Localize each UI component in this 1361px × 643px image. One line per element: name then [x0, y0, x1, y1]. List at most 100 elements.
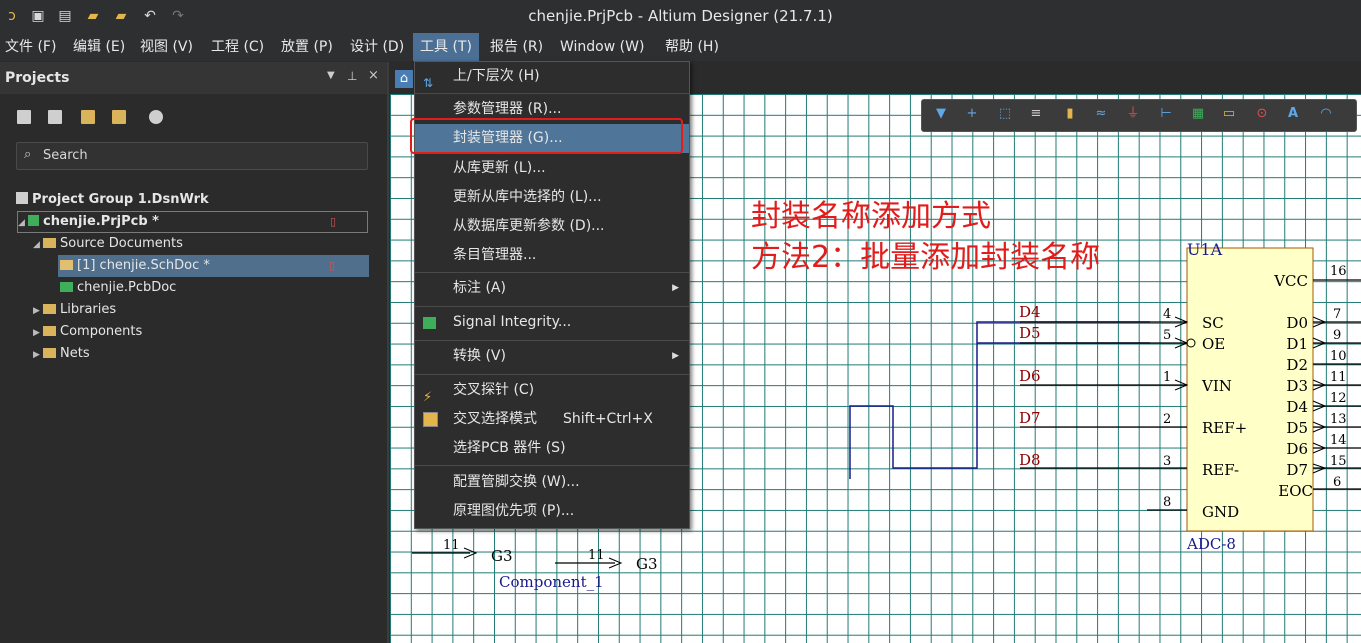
menu-item-convert[interactable]: 转换 (V) ▶	[415, 342, 689, 371]
pin-number: 12	[1330, 391, 1347, 406]
expand-icon[interactable]: ◢	[18, 213, 28, 233]
menu-item-schematic-preferences[interactable]: 原理图优先项 (P)...	[415, 497, 689, 526]
pin-number: 10	[1330, 349, 1347, 364]
search-input[interactable]: ⌕ Search	[16, 142, 368, 170]
menu-item-cross-probe[interactable]: ⚡ 交叉探针 (C)	[415, 376, 689, 405]
close-icon[interactable]: ×	[368, 68, 379, 83]
menu-tools[interactable]: 工具 (T)	[413, 33, 479, 61]
menu-item-item-manager[interactable]: 条目管理器...	[415, 241, 689, 270]
menu-item-cross-select-mode[interactable]: 交叉选择模式 Shift+Ctrl+X	[415, 405, 689, 434]
net-label: D8	[1019, 451, 1041, 469]
menu-project[interactable]: 工程 (C)	[211, 33, 264, 61]
tree-item-nets[interactable]: ▶ Nets	[33, 343, 90, 365]
comment-label: ADC-8	[1186, 535, 1236, 553]
menu-item-update-from-libraries[interactable]: 从库更新 (L)...	[415, 154, 689, 183]
pin-name: REF+	[1202, 419, 1247, 437]
components-label: Components	[60, 324, 143, 339]
wire-icon[interactable]: ≈	[1093, 106, 1109, 122]
menu-window[interactable]: Window (W)	[560, 33, 644, 61]
menu-reports[interactable]: 报告 (R)	[490, 33, 543, 61]
pcb-project-icon	[28, 215, 39, 226]
pin-name: VIN	[1201, 377, 1232, 395]
component-label: Component_1	[499, 573, 604, 591]
tree-item-pcbdoc[interactable]: chenjie.PcbDoc	[58, 277, 176, 299]
menu-file[interactable]: 文件 (F)	[5, 33, 56, 61]
expand-icon[interactable]: ◢	[33, 234, 43, 256]
libraries-label: Libraries	[60, 302, 117, 317]
window-title: chenjie.PrjPcb - Altium Designer (21.7.1…	[528, 7, 833, 25]
project-group-label: Project Group 1.DsnWrk	[32, 192, 209, 207]
submenu-arrow-icon: ▶	[672, 351, 679, 361]
power-port-icon[interactable]: ⏚	[1125, 106, 1141, 122]
align-icon[interactable]: ≡	[1028, 106, 1044, 122]
pin-number: 9	[1333, 328, 1341, 343]
folder-icon	[43, 326, 56, 336]
menu-item-select-pcb-components[interactable]: 选择PCB 器件 (S)	[415, 434, 689, 463]
pin-name: D1	[1286, 335, 1308, 353]
menu-help[interactable]: 帮助 (H)	[665, 33, 719, 61]
pin-number: 1	[1163, 370, 1171, 385]
gear-icon[interactable]	[149, 110, 163, 124]
net-label: D6	[1019, 367, 1041, 385]
panel-header: Projects ▼ ⊥ ×	[0, 62, 387, 94]
menu-view[interactable]: 视图 (V)	[140, 33, 193, 61]
part-icon[interactable]: ▮	[1062, 106, 1078, 122]
pcbdoc-label: chenjie.PcbDoc	[77, 280, 177, 295]
menu-item-update-selected-from-libraries[interactable]: 更新从库中选择的 (L)...	[415, 183, 689, 212]
pin-name: REF-	[1202, 461, 1239, 479]
search-icon: ⌕	[24, 147, 32, 162]
copy-project-icon[interactable]	[48, 110, 62, 124]
tree-item-source-documents[interactable]: ◢ Source Documents	[33, 233, 183, 255]
collapse-icon[interactable]: ▶	[33, 344, 43, 366]
tree-item-schdoc[interactable]: [1] chenjie.SchDoc * ▯	[58, 255, 369, 277]
pin-name: D7	[1286, 461, 1308, 479]
tree-item-project-group[interactable]: Project Group 1.DsnWrk	[16, 189, 209, 211]
bus-icon[interactable]: ⊢	[1158, 106, 1174, 122]
workspace-icon	[16, 192, 28, 204]
pin-name: SC	[1202, 314, 1224, 332]
home-icon[interactable]: ⌂	[395, 70, 413, 88]
highlight-box	[410, 118, 683, 154]
menu-item-annotation[interactable]: 标注 (A) ▶	[415, 274, 689, 303]
collapse-icon[interactable]: ▶	[33, 300, 43, 322]
pin-icon[interactable]: ⊥	[347, 69, 357, 83]
pcb-doc-icon	[60, 282, 73, 292]
tree-item-project[interactable]: ◢ chenjie.PrjPcb * ▯	[17, 211, 368, 233]
pin-name: D4	[1286, 398, 1308, 416]
no-erc-icon[interactable]: ⊙	[1254, 106, 1270, 122]
folder-icon	[43, 348, 56, 358]
menu-item-signal-integrity[interactable]: Signal Integrity...	[415, 308, 689, 337]
panel-title: Projects	[5, 70, 70, 86]
add-icon[interactable]: +	[964, 106, 980, 122]
add-folder-icon[interactable]	[112, 110, 126, 124]
modified-doc-icon: ▯	[329, 259, 336, 272]
nets-label: Nets	[60, 346, 90, 361]
menu-item-configure-pin-swapping[interactable]: 配置管脚交换 (W)...	[415, 468, 689, 497]
pin-number: 7	[1333, 307, 1341, 322]
select-rect-icon[interactable]: ⬚	[997, 106, 1013, 122]
menu-item-hierarchy[interactable]: ⇅ 上/下层次 (H)	[415, 62, 689, 91]
save-project-icon[interactable]	[17, 110, 31, 124]
pin-name: G3	[491, 547, 513, 565]
collapse-icon[interactable]: ▶	[33, 322, 43, 344]
tree-item-libraries[interactable]: ▶ Libraries	[33, 299, 116, 321]
port-icon[interactable]: ▭	[1221, 106, 1237, 122]
canvas-toolbar: ▼ + ⬚ ≡ ▮ ≈ ⏚ ⊢ ▦ ▭ ⊙ A ◠	[921, 99, 1357, 132]
filter-icon[interactable]: ▼	[933, 106, 949, 122]
menu-design[interactable]: 设计 (D)	[350, 33, 404, 61]
wire[interactable]	[849, 321, 1150, 479]
pin-number: 14	[1330, 433, 1347, 448]
panel-menu-icon[interactable]: ▼	[327, 70, 335, 81]
menu-edit[interactable]: 编辑 (E)	[73, 33, 125, 61]
arc-icon[interactable]: ◠	[1318, 106, 1334, 122]
open-folder-icon[interactable]	[81, 110, 95, 124]
pin-number: 11	[443, 538, 460, 553]
tree-item-components[interactable]: ▶ Components	[33, 321, 142, 343]
designator-label: U1A	[1187, 240, 1223, 259]
menu-item-update-parameters-from-database[interactable]: 从数据库更新参数 (D)...	[415, 212, 689, 241]
text-icon[interactable]: A	[1285, 106, 1301, 122]
sheet-symbol-icon[interactable]: ▦	[1190, 106, 1206, 122]
menu-place[interactable]: 放置 (P)	[281, 33, 333, 61]
search-placeholder: Search	[43, 148, 88, 163]
pin-name: EOC	[1278, 482, 1313, 500]
